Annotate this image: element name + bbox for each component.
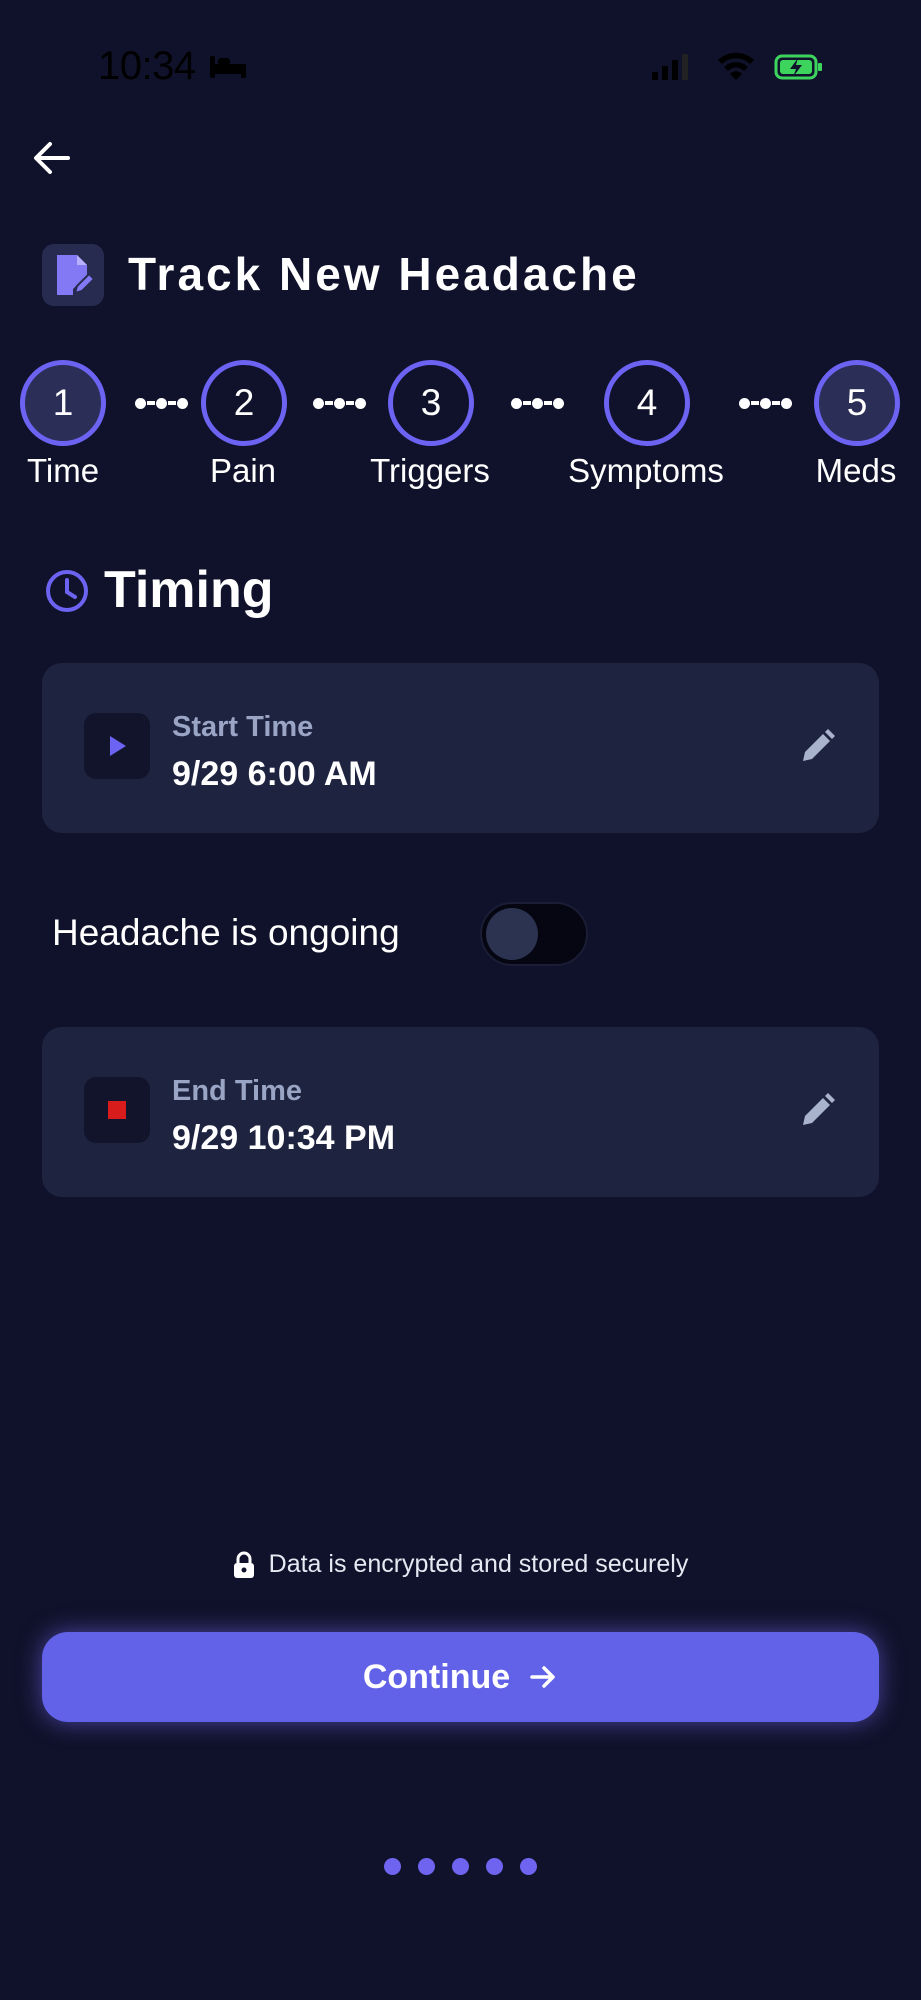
start-time-label: Start Time (172, 711, 314, 743)
page-dot[interactable] (520, 1858, 537, 1875)
step-5-circle[interactable]: 5 (814, 360, 900, 446)
step-number: 2 (233, 382, 255, 423)
edit-document-icon (42, 244, 104, 306)
step-connector (312, 396, 367, 410)
step-label-time: Time (26, 452, 100, 489)
step-label-triggers: Triggers (370, 452, 490, 489)
cellular-signal-icon (652, 54, 688, 80)
page-dot[interactable] (452, 1858, 469, 1875)
back-arrow-icon[interactable] (28, 134, 76, 182)
step-4-circle[interactable]: 4 (604, 360, 690, 446)
page-dot[interactable] (418, 1858, 435, 1875)
toggle-knob (486, 908, 538, 960)
end-time-value: 9/29 10:34 PM (172, 1119, 396, 1157)
play-icon (84, 713, 150, 779)
stop-icon (84, 1077, 150, 1143)
page-dot[interactable] (384, 1858, 401, 1875)
step-number: 1 (52, 382, 74, 423)
step-label-meds: Meds (815, 452, 897, 489)
lock-icon (233, 1551, 254, 1578)
step-connector (738, 396, 793, 410)
continue-label: Continue (362, 1657, 511, 1696)
wifi-icon (718, 52, 754, 80)
step-number: 4 (636, 382, 658, 423)
step-label-symptoms: Symptoms (568, 452, 724, 489)
status-indicators (652, 52, 822, 80)
step-connector (134, 396, 189, 410)
ongoing-toggle[interactable] (480, 902, 588, 966)
step-1-circle[interactable]: 1 (20, 360, 106, 446)
battery-charging-icon (774, 54, 822, 80)
pencil-icon[interactable] (797, 727, 837, 767)
page-indicator (0, 1858, 921, 1875)
end-time-card[interactable]: End Time 9/29 10:34 PM (42, 1027, 879, 1197)
step-number: 5 (846, 382, 868, 423)
section-title: Timing (104, 561, 274, 619)
continue-button[interactable]: Continue (42, 1632, 879, 1722)
step-3-circle[interactable]: 3 (388, 360, 474, 446)
security-notice: Data is encrypted and stored securely (0, 1550, 921, 1579)
page-dot[interactable] (486, 1858, 503, 1875)
step-connector (510, 396, 565, 410)
ongoing-label: Headache is ongoing (52, 912, 400, 953)
sleep-focus-icon (210, 56, 246, 78)
status-time: 10:34 (98, 44, 196, 88)
start-time-card[interactable]: Start Time 9/29 6:00 AM (42, 663, 879, 833)
clock-icon (46, 570, 88, 612)
start-time-value: 9/29 6:00 AM (172, 755, 377, 793)
end-time-label: End Time (172, 1075, 302, 1107)
pencil-icon[interactable] (797, 1091, 837, 1131)
page-title: Track New Headache (128, 248, 640, 300)
step-number: 3 (420, 382, 442, 423)
arrow-right-icon (530, 1666, 555, 1688)
step-label-pain: Pain (209, 452, 277, 489)
step-2-circle[interactable]: 2 (201, 360, 287, 446)
security-notice-text: Data is encrypted and stored securely (268, 1550, 689, 1578)
